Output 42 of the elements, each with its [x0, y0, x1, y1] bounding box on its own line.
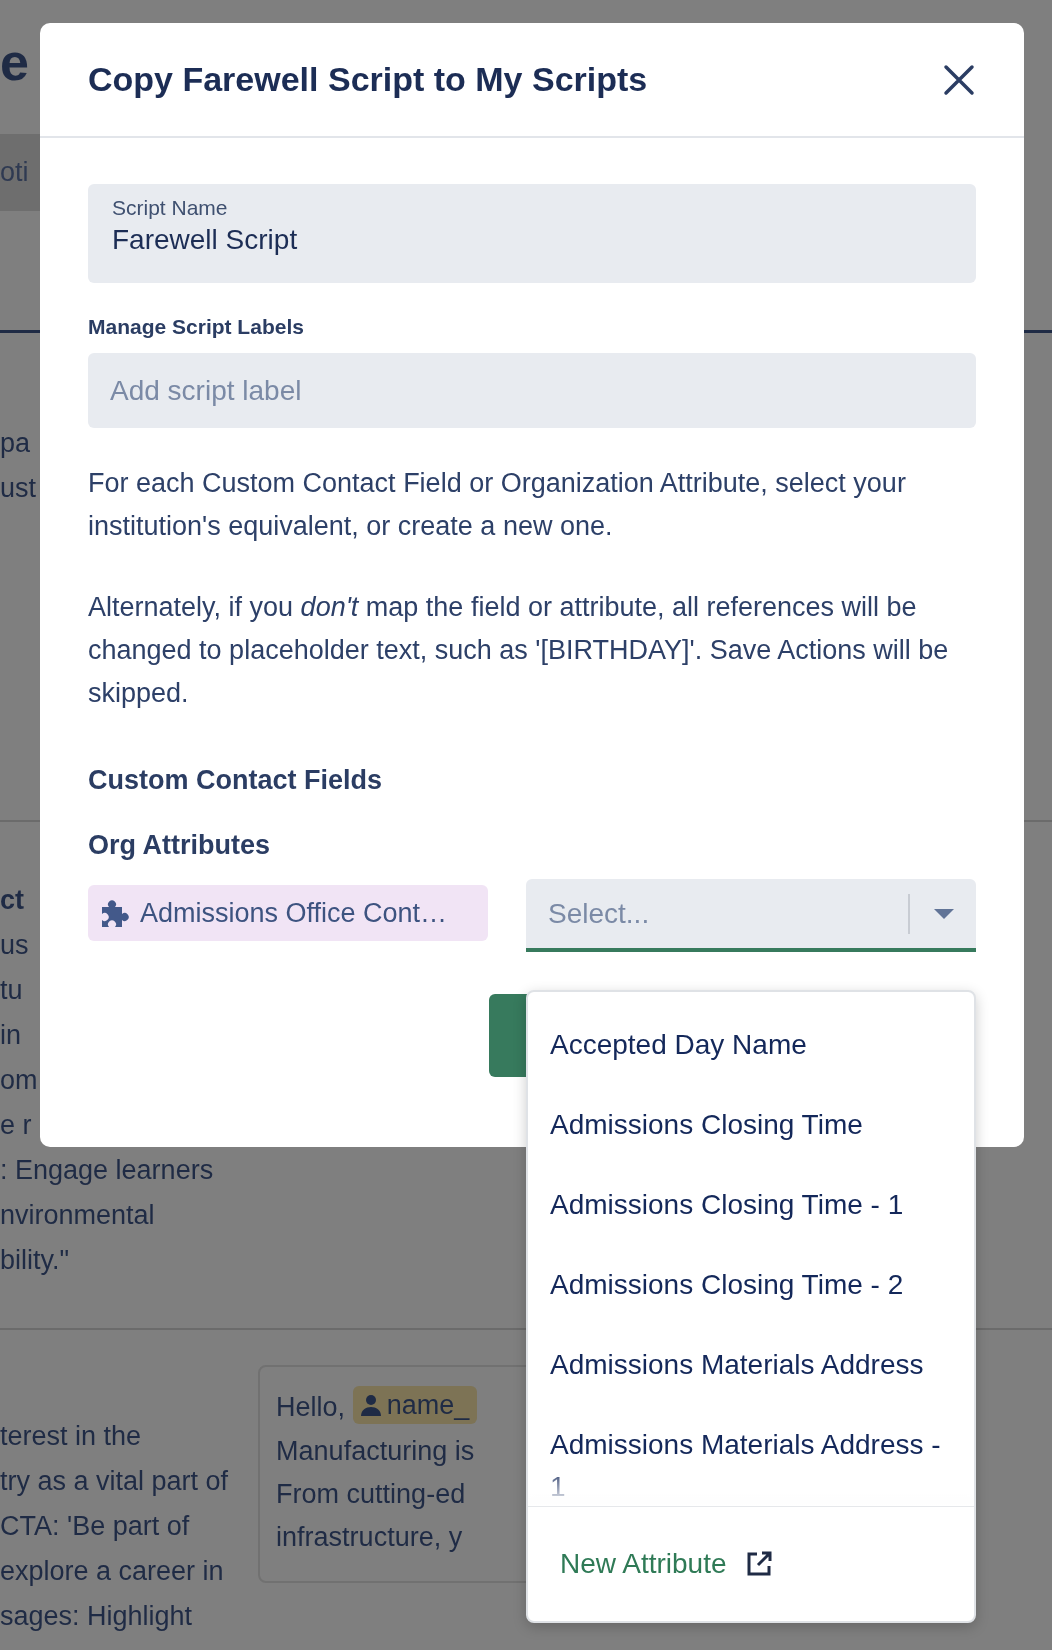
- page-title: e: [0, 32, 29, 92]
- text-line: ust: [0, 472, 37, 505]
- section-heading: ct: [0, 884, 24, 917]
- section-heading: Custom Contact Fields: [88, 765, 384, 796]
- text-line: e r: [0, 1109, 32, 1142]
- text-line: From cutting-ed: [276, 1478, 466, 1511]
- text-line: us: [0, 929, 29, 962]
- script-name-field[interactable]: Script Name Farewell Script: [88, 184, 976, 283]
- dialog-title: Copy Farewell Script to My Scripts: [88, 60, 648, 99]
- menu-option[interactable]: Admissions Closing Time: [528, 1090, 974, 1170]
- menu-option[interactable]: Admissions Materials Address: [528, 1330, 974, 1410]
- caret-icon: [934, 908, 954, 919]
- text-line: : Engage learners: [0, 1154, 214, 1187]
- text-line: Manufacturing is: [276, 1435, 475, 1468]
- person-icon: [360, 1394, 381, 1416]
- text-line: explore a career in: [0, 1555, 224, 1588]
- text-line: try as a vital part of: [0, 1465, 229, 1498]
- text-line: pa: [0, 427, 31, 460]
- menu-option[interactable]: Admissions Materials Address - 1: [528, 1410, 974, 1506]
- attribute-chip: Admissions Office Cont…: [88, 885, 488, 941]
- text-line: in: [0, 1019, 21, 1052]
- text-line: sages: Highlight: [0, 1600, 193, 1633]
- close-icon: [942, 62, 976, 97]
- text-line: CTA: 'Be part of: [0, 1510, 190, 1543]
- menu-option[interactable]: Accepted Day Name: [528, 1010, 974, 1090]
- close-button[interactable]: [942, 62, 976, 97]
- section-heading: Org Attributes: [88, 830, 271, 861]
- menu-option[interactable]: Admissions Closing Time - 2: [528, 1250, 974, 1330]
- menu-option[interactable]: Admissions Closing Time - 1: [528, 1170, 974, 1250]
- paragraph: For each Custom Contact Field or Organization Attribute, select your institution's equivalent, or create a new one.: [88, 467, 907, 543]
- new-attribute-link[interactable]: New Attribute: [560, 1548, 773, 1580]
- field-label: Manage Script Labels: [88, 315, 305, 339]
- text-line: bility.": [0, 1244, 70, 1277]
- text-line: om: [0, 1064, 38, 1097]
- variable-chip: name_: [352, 1386, 478, 1424]
- text-line: terest in the: [0, 1420, 142, 1453]
- paragraph: Alternately, if you don't map the field or attribute, all references will be changed to placeholder text, such as '[BIRTHDAY]'. Save Actions will be skipped.: [88, 591, 950, 710]
- text-line: tu: [0, 974, 23, 1007]
- text-line: nvironmental: [0, 1199, 155, 1232]
- script-label-input[interactable]: Add script label: [88, 353, 976, 428]
- text-line: infrastructure, y: [276, 1521, 463, 1554]
- greeting-text: Hello,: [276, 1392, 346, 1422]
